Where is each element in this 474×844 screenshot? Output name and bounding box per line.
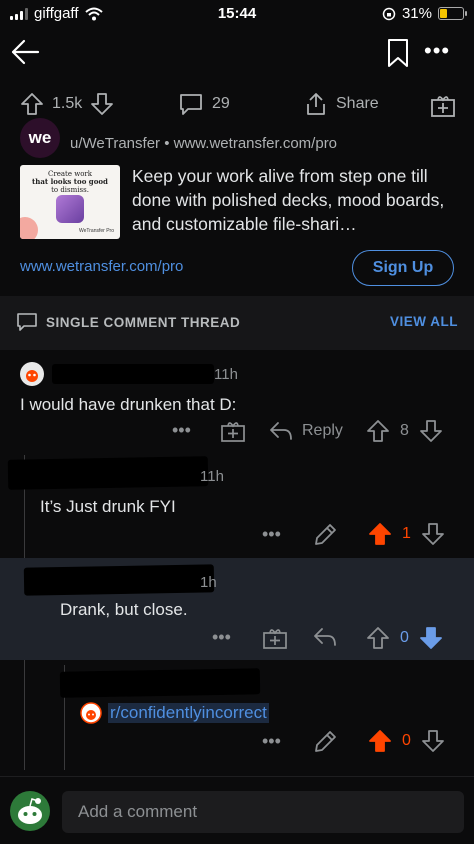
comment-score: 0: [400, 629, 409, 646]
more-options-icon[interactable]: •••: [212, 627, 231, 648]
upvote-icon[interactable]: [366, 419, 390, 443]
thread-label: SINGLE COMMENT THREAD: [46, 314, 241, 330]
redacted-username: [23, 564, 215, 596]
thumb-brand: WeTransfer Pro: [78, 228, 114, 234]
downvote-icon[interactable]: [421, 729, 445, 753]
reply-icon: [270, 422, 292, 440]
avatar[interactable]: [20, 362, 44, 386]
downvote-icon[interactable]: [419, 419, 443, 443]
downvote-icon[interactable]: [90, 92, 114, 116]
subreddit-name[interactable]: r/confidentlyincorrect: [108, 703, 269, 723]
bookmark-icon[interactable]: [386, 38, 410, 73]
ad-domain[interactable]: www.wetransfer.com/pro: [174, 135, 337, 152]
sign-up-button[interactable]: Sign Up: [352, 250, 454, 286]
comment-icon: [17, 313, 37, 331]
upvote-icon[interactable]: [368, 729, 392, 753]
downvote-icon[interactable]: [419, 626, 443, 650]
ad-meta: we u/WeTransfer • www.wetransfer.com/pro: [20, 118, 460, 160]
comment-composer-bar: Add a comment: [0, 776, 474, 844]
ad-author-line: u/WeTransfer • www.wetransfer.com/pro: [70, 135, 337, 152]
user-avatar[interactable]: [10, 791, 50, 831]
redacted-username: [7, 456, 209, 490]
comment-score: 1: [402, 525, 411, 542]
redacted-username: [59, 668, 261, 698]
award-icon: [431, 96, 455, 117]
separator-dot: •: [164, 135, 170, 152]
comment-body: It’s Just drunk FYI: [40, 497, 176, 516]
comments-button[interactable]: 29: [178, 92, 230, 116]
ad-thumbnail[interactable]: Create work that looks too good to dismi…: [20, 165, 120, 239]
reply-label: Reply: [302, 422, 343, 439]
upvote-count: 1.5k: [52, 95, 83, 112]
comment-vote-group: 8: [366, 419, 443, 443]
subreddit-icon: [80, 702, 102, 724]
reply-icon[interactable]: [312, 626, 338, 653]
wetransfer-avatar[interactable]: we: [20, 118, 60, 158]
comment-body: I would have drunken that D:: [20, 395, 237, 414]
thumb-shape: [56, 195, 84, 223]
subreddit-link[interactable]: r/confidentlyincorrect: [80, 702, 269, 724]
post-actions: 1.5k 29 Share: [0, 88, 474, 124]
share-label: Share: [336, 95, 379, 112]
share-icon: [307, 93, 325, 115]
vote-group: 1.5k: [20, 92, 114, 116]
thread-header: SINGLE COMMENT THREAD VIEW ALL: [0, 296, 474, 350]
redacted-username: [52, 364, 214, 384]
more-options-icon[interactable]: •••: [262, 731, 281, 752]
comment-time: 11h: [214, 366, 238, 383]
comment-vote-group: 0: [366, 626, 443, 650]
battery-percent: 31%: [401, 5, 432, 22]
battery-icon: [438, 7, 467, 20]
edit-icon[interactable]: [312, 729, 338, 760]
view-all-link[interactable]: VIEW ALL: [390, 314, 458, 329]
share-button[interactable]: Share: [304, 92, 379, 116]
upvote-icon[interactable]: [368, 522, 392, 546]
more-options-icon[interactable]: •••: [262, 524, 281, 545]
ad-thumb-caption: Create work that looks too good to dismi…: [32, 170, 108, 194]
comment-vote-group: 0: [368, 729, 445, 753]
reply-button[interactable]: Reply: [268, 420, 343, 442]
comment-vote-group: 1: [368, 522, 445, 546]
orientation-lock-icon: [382, 7, 396, 20]
thread-label-group: SINGLE COMMENT THREAD: [16, 312, 240, 332]
more-options-icon[interactable]: •••: [172, 420, 191, 441]
comment-score: 8: [400, 422, 409, 439]
comment-score: 0: [402, 732, 411, 749]
add-comment-input[interactable]: Add a comment: [62, 791, 464, 833]
award-icon[interactable]: [220, 419, 246, 448]
nav-bar: •••: [0, 30, 474, 80]
award-icon[interactable]: [262, 626, 288, 655]
ad-author[interactable]: u/WeTransfer: [70, 135, 160, 152]
award-button[interactable]: [430, 92, 456, 118]
comment-time: 1h: [200, 574, 217, 591]
thumb-shape-2: [20, 217, 38, 239]
upvote-icon[interactable]: [366, 626, 390, 650]
comment-body: Drank, but close.: [60, 600, 188, 619]
status-right: 31%: [382, 5, 467, 22]
ad-title[interactable]: Keep your work alive from step one till …: [132, 164, 462, 236]
status-bar: giffgaff 15:44 31%: [0, 0, 474, 28]
back-arrow-icon[interactable]: [10, 38, 40, 71]
downvote-icon[interactable]: [421, 522, 445, 546]
upvote-icon[interactable]: [20, 92, 44, 116]
comment-time: 11h: [200, 468, 224, 485]
edit-icon[interactable]: [312, 522, 338, 553]
ad-link[interactable]: www.wetransfer.com/pro: [20, 258, 183, 275]
more-options-icon[interactable]: •••: [424, 38, 450, 64]
comment-icon: [180, 94, 202, 115]
comment-count: 29: [212, 95, 230, 112]
